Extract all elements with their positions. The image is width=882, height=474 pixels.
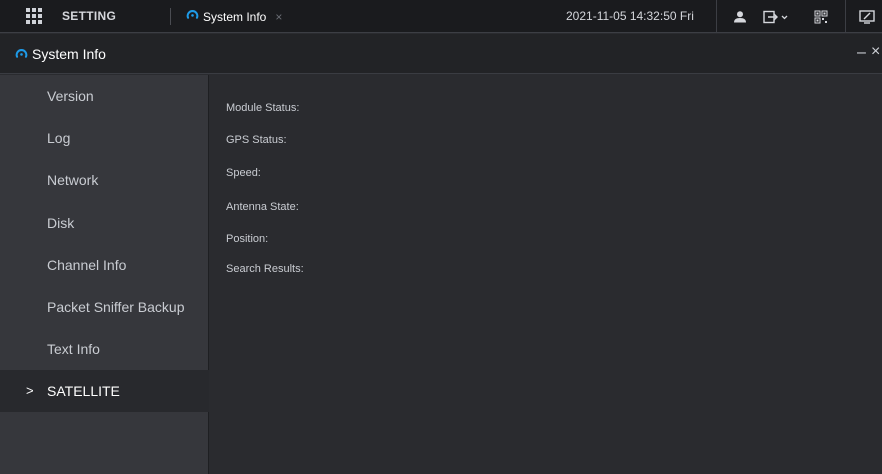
sidebar-item-channel-info[interactable]: Channel Info bbox=[0, 244, 209, 286]
satellite-info-panel: Module Status: GPS Status: Speed: Antenn… bbox=[210, 75, 882, 474]
chevron-right-icon: > bbox=[26, 383, 34, 398]
sidebar-item-text-info[interactable]: Text Info bbox=[0, 328, 209, 370]
sidebar-item-label: Packet Sniffer Backup bbox=[47, 299, 185, 315]
speed-label: Speed: bbox=[226, 167, 261, 179]
datetime-display: 2021-11-05 14:32:50 Fri bbox=[566, 9, 694, 23]
sidebar-item-version[interactable]: Version bbox=[0, 75, 209, 117]
top-divider bbox=[716, 0, 717, 33]
panel-header: System Info – × bbox=[0, 34, 882, 74]
sidebar-item-packet-sniffer-backup[interactable]: Packet Sniffer Backup bbox=[0, 286, 209, 328]
minimize-icon[interactable]: – bbox=[857, 44, 866, 62]
antenna-state-label: Antenna State: bbox=[226, 201, 299, 213]
sidebar-item-label: Channel Info bbox=[47, 257, 127, 273]
sidebar-item-label: Network bbox=[47, 172, 99, 188]
sidebar-item-satellite[interactable]: > SATELLITE bbox=[0, 370, 209, 412]
user-icon[interactable] bbox=[731, 8, 749, 26]
sidebar-item-label: Text Info bbox=[47, 341, 100, 357]
tab-system-info-label: System Info bbox=[203, 9, 267, 24]
search-results-label: Search Results: bbox=[226, 263, 304, 275]
sidebar-item-label: Version bbox=[47, 88, 94, 104]
gps-status-label: GPS Status: bbox=[226, 134, 287, 146]
close-tab-icon[interactable]: × bbox=[275, 10, 282, 24]
sidebar: Version Log Network Disk Channel Info Pa… bbox=[0, 75, 209, 474]
module-status-label: Module Status: bbox=[226, 102, 300, 114]
sidebar-item-label: Disk bbox=[47, 215, 75, 231]
position-label: Position: bbox=[226, 233, 269, 245]
sidebar-item-label: SATELLITE bbox=[47, 383, 120, 399]
monitor-icon[interactable] bbox=[858, 8, 876, 26]
sidebar-item-label: Log bbox=[47, 130, 71, 146]
tab-system-info[interactable]: System Info × bbox=[180, 0, 288, 33]
gauge-icon bbox=[186, 8, 199, 26]
close-icon[interactable]: × bbox=[871, 43, 880, 61]
sidebar-item-disk[interactable]: Disk bbox=[0, 202, 209, 244]
sidebar-item-network[interactable]: Network bbox=[0, 159, 209, 201]
sidebar-item-log[interactable]: Log bbox=[0, 117, 209, 159]
logout-icon[interactable] bbox=[763, 8, 789, 26]
tab-divider bbox=[170, 8, 171, 25]
setting-tab[interactable]: SETTING bbox=[62, 9, 116, 23]
qr-code-icon[interactable] bbox=[812, 8, 830, 26]
top-divider bbox=[845, 0, 846, 33]
gauge-icon bbox=[15, 47, 28, 65]
apps-grid-icon[interactable] bbox=[26, 8, 42, 24]
top-bar: SETTING System Info × 2021-11-05 14:32:5… bbox=[0, 0, 882, 33]
panel-title: System Info bbox=[32, 46, 106, 62]
